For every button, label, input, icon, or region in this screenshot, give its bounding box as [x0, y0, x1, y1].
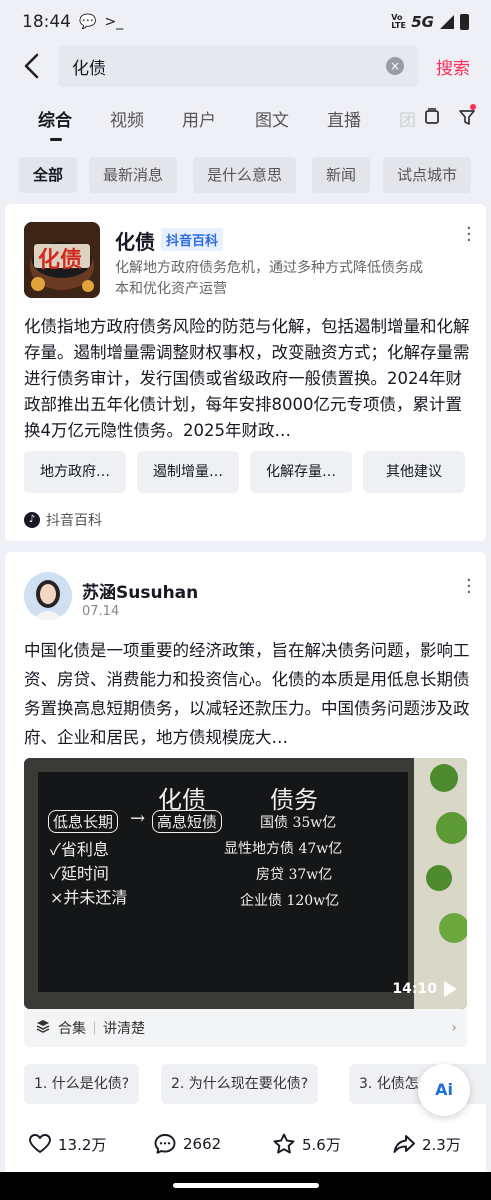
collection-label: 合集 — [58, 1021, 86, 1037]
avatar[interactable] — [24, 572, 72, 620]
video-duration: 14:10 — [392, 981, 437, 997]
baike-title: 化债 — [115, 230, 155, 254]
post-text: 中国化债是一项重要的经济政策，旨在解决债务问题，影响工资、房贷、消费能力和投资信… — [24, 641, 470, 747]
heart-icon — [29, 1134, 51, 1153]
tab-graphic[interactable]: 图文 — [255, 106, 289, 131]
status-bar: 18:44 💬 >_ Vo LTE 5G — [0, 0, 491, 44]
tab-video[interactable]: 视频 — [110, 106, 144, 131]
post-card[interactable]: 苏涵Susuhan 07.14 · · · 中国化债是一项重要的经济政策，旨在解决债… — [5, 552, 486, 1192]
back-button[interactable] — [22, 53, 44, 81]
baike-badge: 抖音百科 — [161, 228, 224, 251]
tab-live[interactable]: 直播 — [327, 106, 361, 131]
chip-all[interactable]: 全部 — [19, 157, 78, 193]
chevron-right-icon: › — [451, 1020, 457, 1036]
board-row: 房贷 37w亿 — [256, 867, 333, 883]
clear-icon[interactable]: × — [386, 57, 404, 75]
terminal-icon: >_ — [104, 14, 124, 30]
layers-icon[interactable] — [424, 108, 440, 131]
blackboard: 化债 债务 低息长期 → 高息短债 ✓省利息 ✓延时间 ×并未还清 国债 35w… — [38, 772, 408, 992]
battery-icon — [460, 14, 469, 30]
suggested-question[interactable]: 2. 为什么现在要化债? — [161, 1064, 319, 1104]
collection-bar[interactable]: 合集 讲清楚 › — [24, 1009, 467, 1047]
comment-count: 2662 — [183, 1135, 222, 1153]
chevron-left-icon — [24, 53, 39, 79]
tab-underline — [50, 138, 62, 141]
divider — [94, 1022, 95, 1034]
tab-group[interactable]: 团 — [399, 106, 416, 131]
board-row: 企业债 120w亿 — [240, 893, 340, 909]
board-bullet: ✓延时间 — [50, 864, 109, 883]
search-bar: 化债 × 搜索 — [0, 44, 491, 90]
action-bar: 13.2万 2662 5.6万 2.3万 — [24, 1132, 474, 1156]
wechat-icon: 💬 — [79, 14, 97, 30]
category-tabs: 综合 视频 用户 图文 直播 团 — [0, 100, 491, 141]
board-title-right: 债务 — [270, 786, 318, 814]
search-input[interactable]: 化债 × — [58, 45, 418, 87]
favorite-button[interactable]: 5.6万 — [272, 1132, 341, 1156]
status-time: 18:44 — [22, 12, 71, 32]
chip-news[interactable]: 新闻 — [312, 157, 371, 193]
keyword-chip[interactable]: 遏制增量… — [137, 451, 239, 493]
baike-source[interactable]: ♪ 抖音百科 — [24, 510, 102, 530]
share-count: 2.3万 — [422, 1135, 461, 1154]
source-label: 抖音百科 — [46, 513, 102, 529]
board-bullet: ×并未还清 — [50, 888, 128, 907]
keyword-chip[interactable]: 地方政府… — [24, 451, 126, 493]
chip-pilot-cities[interactable]: 试点城市 — [383, 157, 472, 193]
like-button[interactable]: 13.2万 — [28, 1132, 106, 1156]
favorite-count: 5.6万 — [302, 1135, 341, 1154]
suggested-question[interactable]: 1. 什么是化债? — [24, 1064, 140, 1104]
board-box-right: 高息短债 — [152, 810, 223, 833]
post-date: 07.14 — [82, 604, 120, 619]
board-bullet: ✓省利息 — [50, 840, 109, 859]
share-button[interactable]: 2.3万 — [392, 1132, 461, 1156]
filter-icon[interactable] — [458, 108, 476, 131]
tab-users[interactable]: 用户 — [182, 106, 216, 131]
baike-body: 化债指地方政府债务风险的防范与化解，包括遏制增量和化解存量。遏制增量需调整财权事… — [24, 317, 470, 440]
ai-assistant-button[interactable]: Ai — [418, 1064, 470, 1116]
search-button[interactable]: 搜索 — [436, 54, 470, 79]
baike-card[interactable]: 化债 化债 抖音百科 · · · 化解地方政府债务危机，通过多种方式降低债务成本和优… — [5, 204, 486, 541]
stack-icon — [36, 1019, 50, 1037]
filter-chips: 全部 最新消息 是什么意思 新闻 试点城市 — [19, 157, 491, 193]
collection-name: 讲清楚 — [103, 1021, 145, 1037]
board-box-left: 低息长期 — [48, 810, 119, 833]
share-icon — [393, 1135, 415, 1153]
chip-latest[interactable]: 最新消息 — [89, 157, 178, 193]
more-icon[interactable]: · · · — [466, 220, 472, 250]
signal-icon — [440, 15, 454, 29]
comment-button[interactable]: 2662 — [153, 1132, 221, 1156]
thumbnail-text: 化债 — [38, 248, 83, 273]
comment-icon — [154, 1134, 176, 1154]
baike-subtitle: 化解地方政府债务危机，通过多种方式降低债务成本和优化资产运营 — [115, 260, 423, 297]
author-name[interactable]: 苏涵Susuhan — [82, 578, 198, 603]
more-icon[interactable]: · · · — [466, 572, 472, 602]
board-row: 国债 35w亿 — [260, 815, 337, 831]
board-arrow: → — [130, 808, 146, 829]
keyword-chip[interactable]: 其他建议 — [363, 451, 465, 493]
network-label: 5G — [411, 13, 434, 31]
douyin-icon: ♪ — [24, 512, 40, 528]
notification-dot — [470, 104, 476, 110]
volte-label: Vo LTE — [391, 13, 406, 30]
tab-all[interactable]: 综合 — [38, 106, 72, 131]
baike-thumbnail: 化债 — [24, 222, 100, 298]
system-nav-bar — [0, 1172, 491, 1200]
home-indicator[interactable] — [173, 1183, 319, 1188]
play-icon[interactable] — [444, 981, 457, 997]
like-count: 13.2万 — [58, 1135, 107, 1154]
star-icon — [273, 1133, 295, 1154]
board-row: 显性地方债 47w亿 — [224, 841, 343, 857]
chip-meaning[interactable]: 是什么意思 — [193, 157, 297, 193]
search-query: 化债 — [72, 58, 106, 79]
keyword-chip[interactable]: 化解存量… — [250, 451, 352, 493]
video-player[interactable]: 化债 债务 低息长期 → 高息短债 ✓省利息 ✓延时间 ×并未还清 国债 35w… — [24, 758, 467, 1009]
ai-label: Ai — [435, 1080, 453, 1099]
